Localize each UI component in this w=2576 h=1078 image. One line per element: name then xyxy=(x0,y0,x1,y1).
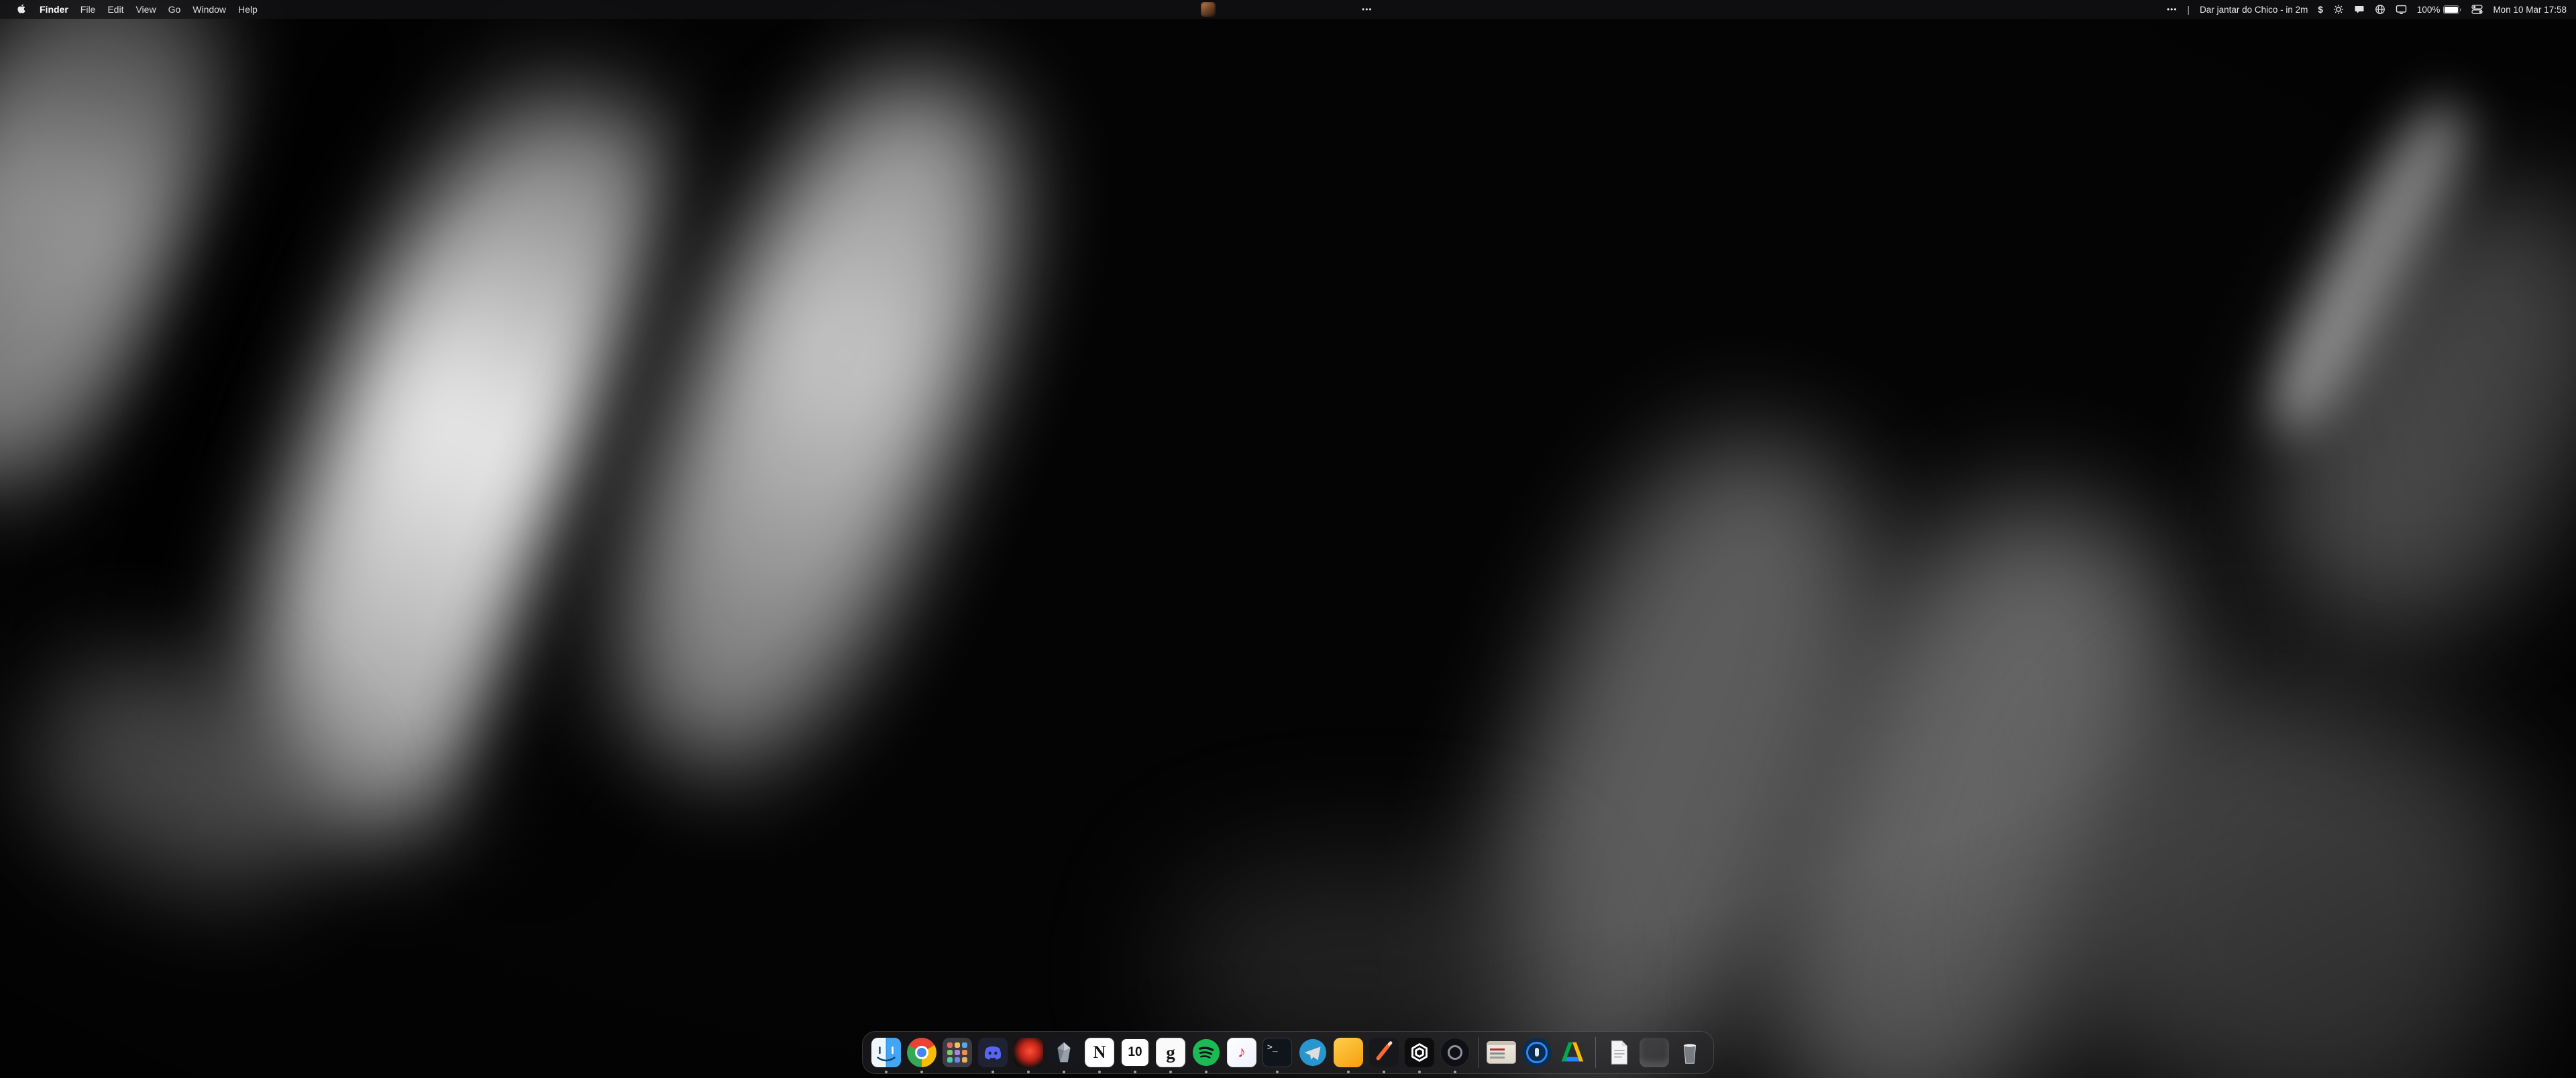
dock-item-pen-app[interactable] xyxy=(1367,1036,1401,1069)
dock-item-chrome[interactable] xyxy=(905,1036,938,1069)
app-menus: FileEditViewGoWindowHelp xyxy=(74,0,264,19)
battery-percent: 100% xyxy=(2417,5,2440,15)
dock-item-stack[interactable] xyxy=(1638,1036,1671,1069)
running-indicator xyxy=(1418,1071,1421,1073)
document-icon xyxy=(1604,1038,1633,1067)
chat-icon[interactable] xyxy=(2354,4,2365,15)
menu-edit[interactable]: Edit xyxy=(101,0,129,19)
red-app-icon xyxy=(1014,1038,1043,1067)
app-menu-finder[interactable]: Finder xyxy=(34,0,74,19)
terminal-icon: >_ xyxy=(1263,1038,1292,1067)
dock-item-trash[interactable] xyxy=(1673,1036,1707,1069)
notion-icon: N xyxy=(1085,1038,1114,1067)
g-app-icon: g xyxy=(1156,1038,1185,1067)
dock-item-assistant[interactable] xyxy=(1403,1036,1436,1069)
running-indicator xyxy=(885,1071,888,1073)
trash-icon xyxy=(1675,1038,1705,1067)
running-indicator xyxy=(920,1071,923,1073)
hidden-items-icon[interactable]: ••• xyxy=(2167,5,2178,14)
dock-area: N10g ♪>_ xyxy=(0,1031,2576,1074)
discord-icon xyxy=(978,1038,1008,1067)
globe-icon[interactable] xyxy=(2375,4,2385,15)
menu-window[interactable]: Window xyxy=(186,0,232,19)
running-indicator xyxy=(1134,1071,1136,1073)
telegram-icon xyxy=(1298,1038,1328,1067)
dock-item-finder[interactable] xyxy=(869,1036,903,1069)
dock-item-one-password[interactable] xyxy=(1520,1036,1554,1069)
apple-logo-icon xyxy=(17,3,26,16)
finder-icon xyxy=(871,1038,901,1067)
battery-status[interactable]: 100% xyxy=(2417,5,2462,15)
dock-item-terminal[interactable]: >_ xyxy=(1260,1036,1294,1069)
obsidian-icon xyxy=(1049,1038,1079,1067)
assistant-icon xyxy=(1405,1038,1434,1067)
menu-bar-left: Finder FileEditViewGoWindowHelp xyxy=(9,0,264,19)
spotify-icon xyxy=(1191,1038,1221,1067)
dock: N10g ♪>_ xyxy=(862,1031,1714,1074)
menu-bar: Finder FileEditViewGoWindowHelp ••• ••• … xyxy=(0,0,2576,19)
apple-menu[interactable] xyxy=(9,0,34,19)
dock-item-g-app[interactable]: g xyxy=(1154,1036,1187,1069)
music-icon: ♪ xyxy=(1227,1038,1256,1067)
running-indicator xyxy=(1205,1071,1208,1073)
dock-item-document[interactable] xyxy=(1602,1036,1635,1069)
menu-help[interactable]: Help xyxy=(232,0,264,19)
running-indicator xyxy=(1027,1071,1030,1073)
minimized-window-icon xyxy=(1487,1041,1516,1064)
dock-item-minimized-window[interactable] xyxy=(1485,1036,1518,1069)
running-indicator xyxy=(1276,1071,1279,1073)
dock-item-google-drive[interactable] xyxy=(1556,1036,1589,1069)
wallpaper-vignette xyxy=(0,0,2576,1078)
menu-view[interactable]: View xyxy=(129,0,162,19)
dock-item-spotify[interactable] xyxy=(1189,1036,1223,1069)
dock-item-timer[interactable] xyxy=(1438,1036,1472,1069)
gear-icon[interactable] xyxy=(2333,4,2344,15)
dock-item-notion[interactable]: N xyxy=(1083,1036,1116,1069)
now-playing-album-art[interactable] xyxy=(1201,2,1216,17)
running-indicator xyxy=(991,1071,994,1073)
calendar-icon: 10 xyxy=(1120,1038,1150,1067)
menu-bar-separator: | xyxy=(2188,5,2190,15)
battery-icon xyxy=(2443,5,2461,14)
google-drive-icon xyxy=(1558,1038,1587,1067)
stocks-icon[interactable]: $ xyxy=(2318,5,2323,15)
dock-item-red-app[interactable] xyxy=(1012,1036,1045,1069)
dock-item-obsidian[interactable] xyxy=(1047,1036,1081,1069)
running-indicator xyxy=(1347,1071,1350,1073)
launchpad-icon xyxy=(943,1038,972,1067)
timer-icon xyxy=(1440,1038,1470,1067)
running-indicator xyxy=(1383,1071,1385,1073)
running-indicator xyxy=(1098,1071,1101,1073)
menu-bar-clock[interactable]: Mon 10 Mar 17:58 xyxy=(2493,5,2567,15)
dock-item-calendar[interactable]: 10 xyxy=(1118,1036,1152,1069)
dock-item-telegram[interactable] xyxy=(1296,1036,1330,1069)
one-password-icon xyxy=(1522,1038,1552,1067)
running-indicator xyxy=(1063,1071,1065,1073)
stack-icon xyxy=(1640,1038,1669,1067)
menu-bar-status-area: ••• | Dar jantar do Chico - in 2m $ 100% xyxy=(2167,4,2567,15)
running-indicator xyxy=(1169,1071,1172,1073)
wallpaper[interactable] xyxy=(0,0,2576,1078)
chrome-icon xyxy=(907,1038,936,1067)
running-indicator xyxy=(1454,1071,1456,1073)
dock-item-music[interactable]: ♪ xyxy=(1225,1036,1258,1069)
pen-app-icon xyxy=(1369,1038,1399,1067)
yellow-app-icon xyxy=(1334,1038,1363,1067)
dock-item-discord[interactable] xyxy=(976,1036,1010,1069)
display-icon[interactable] xyxy=(2396,4,2407,15)
dock-item-yellow-app[interactable] xyxy=(1332,1036,1365,1069)
dock-separator xyxy=(1478,1037,1479,1068)
menu-file[interactable]: File xyxy=(74,0,102,19)
control-center-icon[interactable] xyxy=(2471,4,2483,15)
dock-item-launchpad[interactable] xyxy=(941,1036,974,1069)
reminder-menu-item[interactable]: Dar jantar do Chico - in 2m xyxy=(2200,5,2308,15)
menu-bar-overflow-dots[interactable]: ••• xyxy=(1362,0,1373,19)
dock-separator xyxy=(1595,1037,1596,1068)
menu-go[interactable]: Go xyxy=(162,0,187,19)
desktop: Finder FileEditViewGoWindowHelp ••• ••• … xyxy=(0,0,2576,1078)
